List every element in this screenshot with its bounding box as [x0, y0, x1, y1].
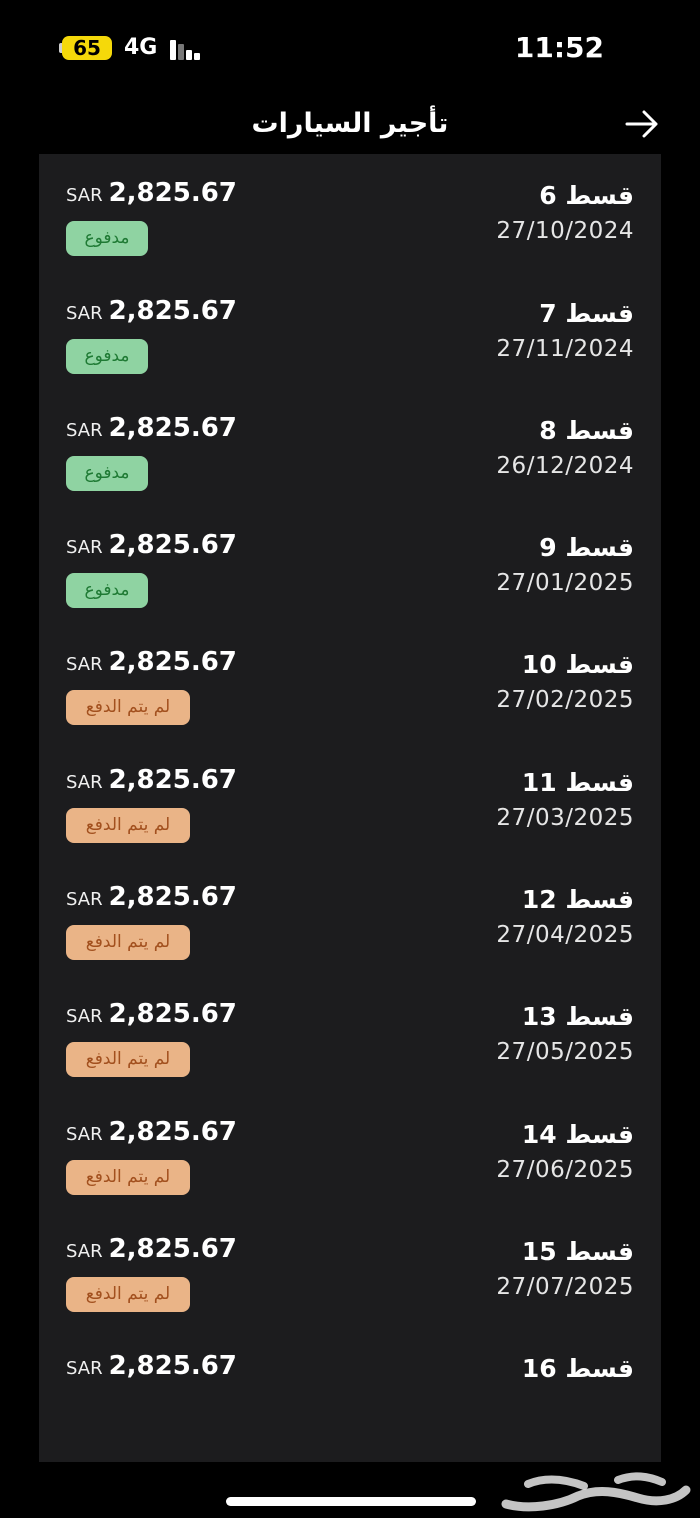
amount-value: 2,825.67 — [108, 178, 237, 209]
installment-label: قسط 14 — [521, 1119, 634, 1149]
status-badge: لم يتم الدفع — [66, 690, 190, 726]
status-badge: مدفوع — [66, 455, 148, 491]
battery-icon: 65 — [62, 36, 112, 60]
installment-row[interactable]: قسط 526/09/2024SAR2,825.67مدفوع — [39, 154, 661, 169]
signal-icon — [170, 36, 206, 60]
installment-label: قسط 15 — [521, 1236, 634, 1266]
installment-label: قسط 9 — [539, 533, 634, 563]
installment-date: 27/02/2025 — [496, 687, 634, 714]
status-badge: مدفوع — [66, 573, 148, 609]
amount-value: 2,825.67 — [108, 295, 237, 326]
currency-label: SAR — [66, 185, 103, 207]
installment-row[interactable]: قسط 6 27/10/2024 SAR 2,825.67 مدفوع — [39, 169, 661, 286]
home-indicator[interactable] — [226, 1497, 476, 1506]
installment-date: 27/10/2024 — [496, 218, 634, 245]
currency-label: SAR — [66, 1240, 103, 1262]
status-badge: لم يتم الدفع — [66, 1042, 190, 1078]
currency-label: SAR — [66, 771, 103, 793]
installment-amount: SAR 2,825.67 — [66, 760, 237, 803]
installment-amount: SAR 2,825.67 — [66, 642, 237, 685]
currency-label: SAR — [66, 419, 103, 441]
installment-amount: SAR 2,825.67 — [66, 291, 237, 334]
status-badge: لم يتم الدفع — [66, 925, 190, 961]
back-button[interactable] — [620, 102, 664, 146]
installment-amount: SAR 2,825.67 — [66, 1229, 237, 1272]
installment-amount: SAR 2,825.67 — [66, 1346, 237, 1389]
currency-label: SAR — [66, 537, 103, 559]
installment-date: 27/07/2025 — [496, 1273, 634, 1300]
currency-label: SAR — [66, 1006, 103, 1028]
amount-value: 2,825.67 — [108, 530, 237, 561]
installment-date: 27/03/2025 — [496, 804, 634, 831]
installment-row[interactable]: قسط 12 27/04/2025 SAR 2,825.67 لم يتم الدفع — [39, 873, 661, 990]
installment-row[interactable]: قسط 14 27/06/2025 SAR 2,825.67 لم يتم الدفع — [39, 1108, 661, 1225]
installment-row[interactable]: قسط 7 27/11/2024 SAR 2,825.67 مدفوع — [39, 287, 661, 404]
amount-value: 2,825.67 — [108, 764, 237, 795]
status-badge: لم يتم الدفع — [66, 1276, 190, 1312]
amount-value: 2,825.67 — [108, 999, 237, 1030]
installment-row[interactable]: قسط 9 27/01/2025 SAR 2,825.67 مدفوع — [39, 521, 661, 638]
installment-row[interactable]: قسط 13 27/05/2025 SAR 2,825.67 لم يتم الدفع — [39, 990, 661, 1107]
installment-amount: SAR 2,825.67 — [66, 173, 237, 216]
installment-date: 27/01/2025 — [496, 570, 634, 597]
header: تأجير السيارات — [0, 96, 700, 154]
installments-panel: قسط 526/09/2024SAR2,825.67مدفوع قسط 6 27/1… — [39, 154, 661, 1462]
installments-list: قسط 526/09/2024SAR2,825.67مدفوع قسط 6 27/1… — [39, 154, 661, 1460]
network-type: 4G — [124, 35, 158, 60]
currency-label: SAR — [66, 302, 103, 324]
installment-row[interactable]: قسط 11 27/03/2025 SAR 2,825.67 لم يتم الدفع — [39, 756, 661, 873]
installment-row[interactable]: قسط 15 27/07/2025 SAR 2,825.67 لم يتم الدفع — [39, 1225, 661, 1342]
installment-label: قسط 12 — [521, 885, 634, 915]
installment-amount: SAR 2,825.67 — [66, 408, 237, 451]
status-badge: لم يتم الدفع — [66, 807, 190, 843]
currency-label: SAR — [66, 1123, 103, 1145]
arrow-right-icon — [625, 110, 658, 138]
installment-amount: SAR 2,825.67 — [66, 994, 237, 1037]
installment-row[interactable]: قسط 8 26/12/2024 SAR 2,825.67 مدفوع — [39, 404, 661, 521]
currency-label: SAR — [66, 654, 103, 676]
installment-date: 27/05/2025 — [496, 1039, 634, 1066]
status-badge: مدفوع — [66, 338, 148, 374]
amount-value: 2,825.67 — [108, 1351, 237, 1382]
amount-value: 2,825.67 — [108, 1233, 237, 1264]
page-title: تأجير السيارات — [251, 108, 449, 139]
installment-amount: SAR 2,825.67 — [66, 877, 237, 920]
installment-label: قسط 11 — [521, 767, 634, 797]
currency-label: SAR — [66, 889, 103, 911]
installment-date: 27/06/2025 — [496, 1156, 634, 1183]
installment-label: قسط 7 — [539, 298, 634, 328]
haraj-watermark — [501, 1472, 691, 1512]
installment-label: قسط 8 — [539, 415, 634, 445]
clock: 11:52 — [514, 31, 604, 64]
installment-label: قسط 16 — [521, 1354, 634, 1384]
installment-date: 27/11/2024 — [496, 335, 634, 362]
amount-value: 2,825.67 — [108, 412, 237, 443]
amount-value: 2,825.67 — [108, 647, 237, 678]
status-badge: مدفوع — [66, 221, 148, 257]
currency-label: SAR — [66, 1358, 103, 1380]
amount-value: 2,825.67 — [108, 882, 237, 913]
installment-date: 27/04/2025 — [496, 922, 634, 949]
installment-row[interactable]: قسط 10 27/02/2025 SAR 2,825.67 لم يتم الدفع — [39, 638, 661, 755]
installment-row[interactable]: قسط 16 SAR 2,825.67 — [39, 1342, 661, 1459]
installment-amount: SAR 2,825.67 — [66, 1112, 237, 1155]
installment-label: قسط 6 — [539, 181, 634, 211]
installment-amount: SAR 2,825.67 — [66, 525, 237, 568]
installment-date: 26/12/2024 — [496, 452, 634, 479]
installment-label: قسط 13 — [521, 1002, 634, 1032]
amount-value: 2,825.67 — [108, 1116, 237, 1147]
status-bar: 65 4G 11:52 — [0, 0, 700, 96]
installment-label: قسط 10 — [521, 650, 634, 680]
status-badge: لم يتم الدفع — [66, 1159, 190, 1195]
